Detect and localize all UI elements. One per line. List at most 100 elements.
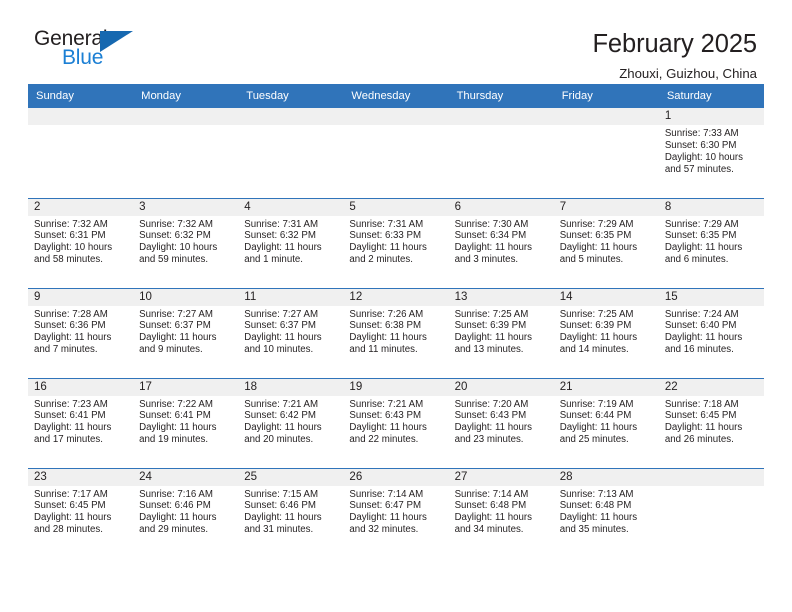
daylight-text: Daylight: 11 hours and 20 minutes. (244, 422, 322, 446)
day-details: Sunrise: 7:18 AM Sunset: 6:45 PM Daylight:… (659, 396, 764, 447)
sunrise-text: Sunrise: 7:29 AM (559, 218, 634, 230)
calendar-day-cell[interactable]: 12 Sunrise: 7:26 AM Sunset: 6:38 PM Dayligh… (343, 287, 449, 378)
calendar-day-cell[interactable]: 4 Sunrise: 7:31 AM Sunset: 6:32 PM Daylight… (238, 197, 344, 288)
sunrise-text: Sunrise: 7:26 AM (349, 308, 424, 320)
calendar-day-cell[interactable]: 6 Sunrise: 7:30 AM Sunset: 6:34 PM Daylight… (448, 197, 554, 288)
sunrise-text: Sunrise: 7:14 AM (349, 488, 424, 500)
day-details: Sunrise: 7:15 AM Sunset: 6:46 PM Daylight:… (238, 486, 343, 537)
sunset-text: Sunset: 6:30 PM (664, 139, 737, 151)
calendar-day-cell[interactable]: 19 Sunrise: 7:21 AM Sunset: 6:43 PM Dayligh… (343, 377, 449, 468)
calendar-day-cell[interactable]: 22 Sunrise: 7:18 AM Sunset: 6:45 PM Dayligh… (658, 377, 764, 468)
day-number: 19 (343, 378, 449, 396)
sunset-text: Sunset: 6:32 PM (244, 230, 316, 242)
calendar-day-cell[interactable]: 14 Sunrise: 7:25 AM Sunset: 6:39 PM Dayligh… (553, 287, 659, 378)
day-number: 8 (658, 198, 764, 216)
daylight-text: Daylight: 11 hours and 5 minutes. (559, 242, 638, 266)
sunrise-text: Sunrise: 7:32 AM (34, 218, 108, 230)
daylight-text: Daylight: 11 hours and 11 minutes. (349, 332, 427, 356)
calendar-day-cell[interactable]: 5 Sunrise: 7:31 AM Sunset: 6:33 PM Daylight… (343, 197, 449, 288)
sunrise-text: Sunrise: 7:13 AM (559, 488, 634, 500)
calendar-day-cell[interactable]: 13 Sunrise: 7:25 AM Sunset: 6:39 PM Dayligh… (448, 287, 554, 378)
day-details: Sunrise: 7:21 AM Sunset: 6:42 PM Daylight:… (238, 396, 343, 447)
calendar-day-cell[interactable]: 24 Sunrise: 7:16 AM Sunset: 6:46 PM Dayligh… (133, 467, 239, 558)
calendar-day-cell[interactable]: 1 Sunrise: 7:33 AM Sunset: 6:30 PM Daylight… (658, 108, 764, 198)
sunset-text: Sunset: 6:41 PM (139, 410, 211, 422)
daylight-text: Daylight: 11 hours and 34 minutes. (454, 512, 532, 536)
daylight-text: Daylight: 11 hours and 6 minutes. (664, 242, 743, 266)
calendar-week-row: 9 Sunrise: 7:28 AM Sunset: 6:36 PM Daylight… (28, 287, 764, 378)
sunrise-text: Sunrise: 7:21 AM (244, 398, 319, 410)
day-number (238, 108, 344, 125)
calendar-day-cell[interactable]: 27 Sunrise: 7:14 AM Sunset: 6:48 PM Dayligh… (448, 467, 554, 558)
weekday-header-tuesday: Tuesday (238, 84, 344, 108)
day-number (343, 108, 449, 125)
daylight-text: Daylight: 11 hours and 9 minutes. (139, 332, 217, 356)
calendar-day-cell[interactable]: 23 Sunrise: 7:17 AM Sunset: 6:45 PM Dayligh… (28, 467, 134, 558)
calendar-day-cell[interactable]: 10 Sunrise: 7:27 AM Sunset: 6:37 PM Dayligh… (133, 287, 239, 378)
sunset-text: Sunset: 6:40 PM (664, 320, 737, 332)
daylight-text: Daylight: 11 hours and 31 minutes. (244, 512, 322, 536)
calendar-day-cell[interactable]: 15 Sunrise: 7:24 AM Sunset: 6:40 PM Dayligh… (658, 287, 764, 378)
sunrise-text: Sunrise: 7:18 AM (664, 398, 739, 410)
sunset-text: Sunset: 6:46 PM (244, 500, 316, 512)
day-number: 14 (553, 288, 659, 306)
sunrise-text: Sunrise: 7:20 AM (454, 398, 529, 410)
sunset-text: Sunset: 6:37 PM (139, 320, 211, 332)
day-details: Sunrise: 7:24 AM Sunset: 6:40 PM Daylight:… (659, 306, 764, 357)
calendar-day-cell[interactable]: 3 Sunrise: 7:32 AM Sunset: 6:32 PM Daylight… (133, 197, 239, 288)
calendar-day-cell[interactable]: 2 Sunrise: 7:32 AM Sunset: 6:31 PM Daylight… (28, 197, 134, 288)
calendar-day-cell[interactable]: 25 Sunrise: 7:15 AM Sunset: 6:46 PM Dayligh… (238, 467, 344, 558)
day-number: 1 (658, 108, 764, 125)
calendar-day-cell[interactable]: 7 Sunrise: 7:29 AM Sunset: 6:35 PM Daylight… (553, 197, 659, 288)
calendar-day-cell[interactable]: 26 Sunrise: 7:14 AM Sunset: 6:47 PM Dayligh… (343, 467, 449, 558)
day-number: 15 (658, 288, 764, 306)
day-details: Sunrise: 7:17 AM Sunset: 6:45 PM Daylight:… (28, 486, 133, 537)
generalblue-logo[interactable]: General Blue (34, 28, 150, 76)
sunrise-text: Sunrise: 7:33 AM (664, 128, 739, 139)
calendar-day-cell-empty (28, 108, 134, 198)
page-header: General Blue February 2025 Zhouxi, Guizh… (0, 0, 792, 81)
weekday-header-thursday: Thursday (448, 84, 554, 108)
sunrise-text: Sunrise: 7:14 AM (454, 488, 529, 500)
day-number: 16 (28, 378, 134, 396)
calendar-day-cell[interactable]: 8 Sunrise: 7:29 AM Sunset: 6:35 PM Daylight… (658, 197, 764, 288)
sunrise-text: Sunrise: 7:15 AM (244, 488, 319, 500)
day-number: 24 (133, 468, 239, 486)
day-details: Sunrise: 7:22 AM Sunset: 6:41 PM Daylight:… (133, 396, 238, 447)
day-number: 3 (133, 198, 239, 216)
day-details: Sunrise: 7:27 AM Sunset: 6:37 PM Daylight:… (238, 306, 343, 357)
calendar-day-cell[interactable]: 16 Sunrise: 7:23 AM Sunset: 6:41 PM Dayligh… (28, 377, 134, 468)
day-details: Sunrise: 7:31 AM Sunset: 6:32 PM Daylight:… (238, 216, 343, 267)
calendar-day-cell[interactable]: 17 Sunrise: 7:22 AM Sunset: 6:41 PM Dayligh… (133, 377, 239, 468)
day-details: Sunrise: 7:14 AM Sunset: 6:48 PM Daylight:… (449, 486, 554, 537)
weekday-header-wednesday: Wednesday (343, 84, 449, 108)
calendar-day-cell[interactable]: 28 Sunrise: 7:13 AM Sunset: 6:48 PM Dayligh… (553, 467, 659, 558)
sunrise-text: Sunrise: 7:27 AM (244, 308, 319, 320)
sunrise-text: Sunrise: 7:32 AM (139, 218, 213, 230)
day-number: 25 (238, 468, 344, 486)
calendar-week-row: 2 Sunrise: 7:32 AM Sunset: 6:31 PM Daylight… (28, 197, 764, 288)
sunset-text: Sunset: 6:38 PM (349, 320, 422, 332)
calendar-body: 1 Sunrise: 7:33 AM Sunset: 6:30 PM Daylight… (28, 108, 764, 558)
daylight-text: Daylight: 11 hours and 14 minutes. (559, 332, 638, 356)
daylight-text: Daylight: 11 hours and 22 minutes. (349, 422, 427, 446)
sunrise-text: Sunrise: 7:25 AM (559, 308, 634, 320)
day-details: Sunrise: 7:23 AM Sunset: 6:41 PM Daylight:… (28, 396, 133, 447)
sunset-text: Sunset: 6:43 PM (349, 410, 422, 422)
sunrise-text: Sunrise: 7:16 AM (139, 488, 213, 500)
calendar-day-cell[interactable]: 18 Sunrise: 7:21 AM Sunset: 6:42 PM Dayligh… (238, 377, 344, 468)
calendar-day-cell-empty (238, 108, 344, 198)
daylight-text: Daylight: 11 hours and 17 minutes. (34, 422, 112, 446)
calendar-grid: Sunday Monday Tuesday Wednesday Thursday… (28, 84, 764, 558)
day-number: 9 (28, 288, 134, 306)
calendar-day-cell[interactable]: 11 Sunrise: 7:27 AM Sunset: 6:37 PM Dayligh… (238, 287, 344, 378)
sunrise-text: Sunrise: 7:24 AM (664, 308, 739, 320)
sunset-text: Sunset: 6:35 PM (559, 230, 632, 242)
sunrise-text: Sunrise: 7:28 AM (34, 308, 108, 320)
day-details: Sunrise: 7:29 AM Sunset: 6:35 PM Daylight:… (659, 216, 764, 267)
calendar-day-cell[interactable]: 9 Sunrise: 7:28 AM Sunset: 6:36 PM Daylight… (28, 287, 134, 378)
calendar-day-cell-empty (658, 467, 764, 558)
calendar-day-cell[interactable]: 21 Sunrise: 7:19 AM Sunset: 6:44 PM Dayligh… (553, 377, 659, 468)
day-details: Sunrise: 7:13 AM Sunset: 6:48 PM Daylight:… (554, 486, 659, 537)
calendar-day-cell[interactable]: 20 Sunrise: 7:20 AM Sunset: 6:43 PM Dayligh… (448, 377, 554, 468)
